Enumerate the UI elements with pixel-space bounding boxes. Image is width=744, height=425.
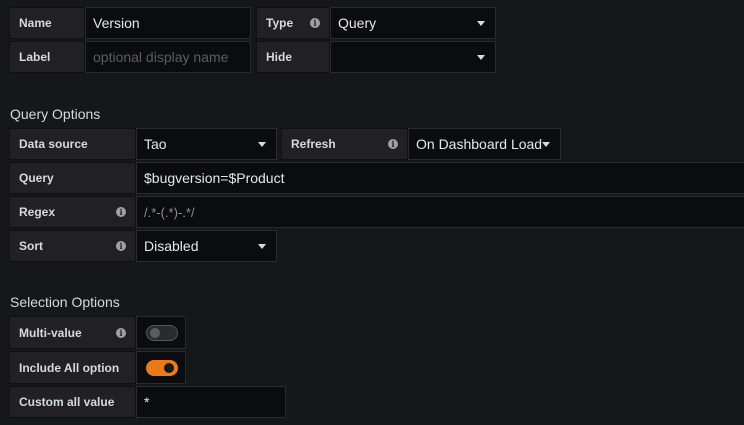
caret-down-icon	[477, 55, 485, 60]
caret-down-icon	[258, 142, 266, 147]
include-all-toggle-container[interactable]	[136, 351, 186, 384]
regex-input-value: /.*-(.*)-.*/	[144, 204, 195, 220]
custom-all-value-label: Custom all value	[9, 386, 136, 418]
info-icon[interactable]: i	[310, 18, 320, 28]
name-label-text: Name	[19, 16, 52, 30]
label-input[interactable]: optional display name	[85, 41, 251, 73]
refresh-select-value: On Dashboard Load	[416, 136, 543, 152]
info-icon[interactable]: i	[116, 207, 126, 217]
multi-value-label-text: Multi-value	[19, 325, 82, 340]
info-icon[interactable]: i	[116, 241, 126, 251]
multi-value-label: Multi-value i	[9, 316, 136, 349]
caret-down-icon	[477, 21, 485, 26]
type-label: Type i	[256, 7, 330, 39]
refresh-label: Refresh i	[281, 128, 408, 160]
custom-all-value-input-value: *	[144, 394, 150, 410]
toggle-knob	[164, 362, 174, 373]
type-select[interactable]: Query	[330, 7, 496, 39]
data-source-label-text: Data source	[19, 137, 88, 151]
sort-label-text: Sort	[19, 239, 43, 253]
label-label-text: Label	[19, 50, 51, 64]
data-source-label: Data source	[9, 128, 136, 160]
include-all-label: Include All option	[9, 351, 136, 384]
name-input[interactable]: Version	[85, 7, 251, 39]
custom-all-value-input[interactable]: *	[136, 386, 286, 418]
sort-select-value: Disabled	[144, 238, 199, 254]
query-input-value: $bugversion=$Product	[144, 170, 285, 186]
name-input-value: Version	[93, 15, 140, 31]
caret-down-icon	[542, 142, 550, 147]
hide-label-text: Hide	[266, 50, 293, 64]
caret-down-icon	[258, 244, 266, 249]
query-input[interactable]: $bugversion=$Product	[136, 162, 744, 194]
type-label-text: Type	[266, 16, 294, 30]
sort-select[interactable]: Disabled	[136, 230, 277, 262]
info-icon[interactable]: i	[388, 139, 398, 149]
multi-value-toggle-container[interactable]	[136, 316, 186, 349]
toggle-knob	[150, 327, 160, 338]
type-select-value: Query	[338, 15, 377, 31]
regex-label: Regex i	[9, 196, 136, 228]
query-label-text: Query	[19, 171, 54, 185]
query-label: Query	[9, 162, 136, 194]
label-label: Label	[9, 41, 85, 73]
refresh-label-text: Refresh	[291, 137, 336, 151]
refresh-select[interactable]: On Dashboard Load	[408, 128, 561, 160]
query-options-title: Query Options	[10, 106, 101, 122]
include-all-label-text: Include All option	[19, 360, 120, 375]
sort-label: Sort i	[9, 230, 136, 262]
data-source-select[interactable]: Tao	[136, 128, 277, 160]
regex-input[interactable]: /.*-(.*)-.*/	[136, 196, 744, 228]
name-label: Name	[9, 7, 85, 39]
regex-label-text: Regex	[19, 205, 56, 219]
info-icon[interactable]: i	[116, 327, 126, 338]
data-source-select-value: Tao	[144, 136, 167, 152]
multi-value-toggle[interactable]	[146, 324, 178, 341]
custom-all-value-label-text: Custom all value	[19, 395, 115, 409]
include-all-toggle[interactable]	[146, 359, 178, 376]
hide-label: Hide	[256, 41, 330, 73]
label-input-placeholder: optional display name	[93, 49, 229, 65]
selection-options-title: Selection Options	[10, 294, 120, 310]
hide-select[interactable]	[330, 41, 496, 73]
